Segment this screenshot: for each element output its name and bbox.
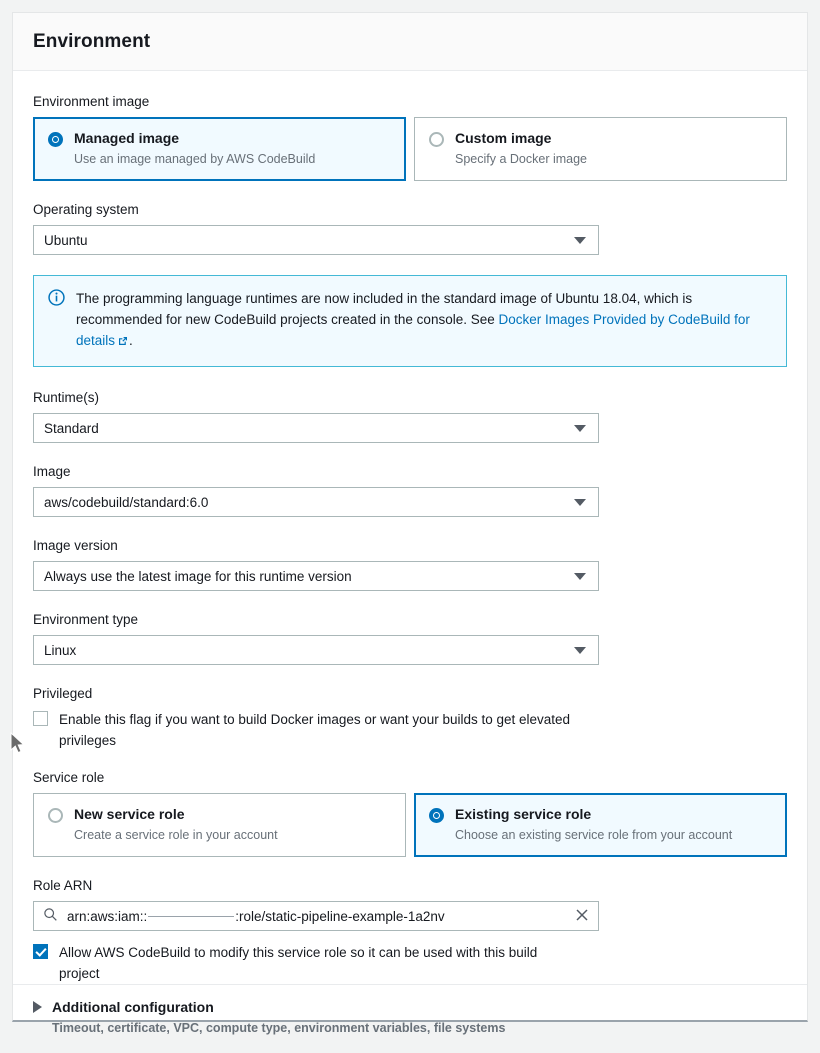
info-alert-text: The programming language runtimes are no… [76,288,772,353]
image-version-label: Image version [33,538,118,553]
radio-tile-description: Create a service role in your account [74,828,278,842]
image-version-select[interactable]: Always use the latest image for this run… [33,561,599,591]
service-role-label: Service role [33,770,105,785]
operating-system-label: Operating system [33,202,139,217]
close-icon[interactable] [574,907,590,926]
additional-configuration-expander[interactable]: Additional configuration [33,999,787,1015]
radio-tile-custom-image[interactable]: Custom image Specify a Docker image [414,117,787,181]
environment-type-label: Environment type [33,612,139,627]
triangle-right-icon[interactable] [33,1001,42,1013]
allow-modify-checkbox-label: Allow AWS CodeBuild to modify this servi… [59,945,538,981]
external-link-icon[interactable] [117,332,129,353]
radio-tile-description: Specify a Docker image [455,152,588,166]
image-version-value: Always use the latest image for this run… [44,568,352,584]
runtimes-select[interactable]: Standard [33,413,599,443]
radio-tile-existing-service-role[interactable]: Existing service role Choose an existing… [414,793,787,857]
radio-tile-description: Choose an existing service role from you… [455,828,733,842]
panel-header: Environment [13,13,807,71]
environment-image-radio-group: Managed image Use an image managed by AW… [33,117,787,181]
runtimes-label: Runtime(s) [33,390,100,405]
radio-tile-managed-image[interactable]: Managed image Use an image managed by AW… [33,117,406,181]
privileged-checkbox-row[interactable]: Enable this flag if you want to build Do… [33,709,787,751]
additional-configuration-title: Additional configuration [52,999,214,1015]
chevron-down-icon [574,646,586,654]
privileged-checkbox[interactable] [33,711,48,726]
runtimes-value: Standard [44,420,99,436]
privileged-label: Privileged [33,686,93,701]
info-circle-icon [48,289,65,353]
search-icon [43,907,58,925]
image-label: Image [33,464,71,479]
allow-modify-checkbox[interactable] [33,944,48,959]
privileged-checkbox-label: Enable this flag if you want to build Do… [59,712,571,748]
service-role-radio-group: New service role Create a service role i… [33,793,787,857]
radio-existing-service-role-icon[interactable] [429,808,444,823]
radio-tile-title: New service role [74,806,185,822]
role-arn-label: Role ARN [33,878,93,893]
radio-tile-title: Custom image [455,130,552,146]
environment-panel: Environment Environment image Managed im… [12,12,808,1035]
redaction-bar [148,915,235,917]
chevron-down-icon [574,572,586,580]
chevron-down-icon [574,424,586,432]
radio-new-service-role-icon[interactable] [48,808,63,823]
panel-footer: Additional configuration Timeout, certif… [13,984,807,1053]
radio-tile-title: Managed image [74,130,180,146]
info-alert-text-after: . [129,333,133,348]
radio-tile-new-service-role[interactable]: New service role Create a service role i… [33,793,406,857]
chevron-down-icon [574,498,586,506]
chevron-down-icon [574,236,586,244]
radio-tile-title: Existing service role [455,806,592,822]
environment-type-select[interactable]: Linux [33,635,599,665]
environment-image-label: Environment image [33,94,150,109]
operating-system-select[interactable]: Ubuntu [33,225,599,255]
role-arn-suffix: :role/static-pipeline-example-1a2nv [235,908,445,924]
image-select[interactable]: aws/codebuild/standard:6.0 [33,487,599,517]
page-title: Environment [33,30,151,52]
image-value: aws/codebuild/standard:6.0 [44,494,209,510]
allow-modify-checkbox-row[interactable]: Allow AWS CodeBuild to modify this servi… [33,942,787,984]
info-alert: The programming language runtimes are no… [33,275,787,367]
panel-body: Environment image Managed image Use an i… [13,71,807,984]
radio-managed-image-icon[interactable] [48,132,63,147]
environment-type-value: Linux [44,642,77,658]
radio-tile-description: Use an image managed by AWS CodeBuild [74,152,316,166]
additional-configuration-subtitle: Timeout, certificate, VPC, compute type,… [52,1021,506,1035]
operating-system-value: Ubuntu [44,232,88,248]
role-arn-value: arn:aws:iam:::role/static-pipeline-examp… [67,909,565,924]
role-arn-input[interactable]: arn:aws:iam:::role/static-pipeline-examp… [33,901,599,931]
role-arn-prefix: arn:aws:iam:: [67,908,148,924]
radio-custom-image-icon[interactable] [429,132,444,147]
